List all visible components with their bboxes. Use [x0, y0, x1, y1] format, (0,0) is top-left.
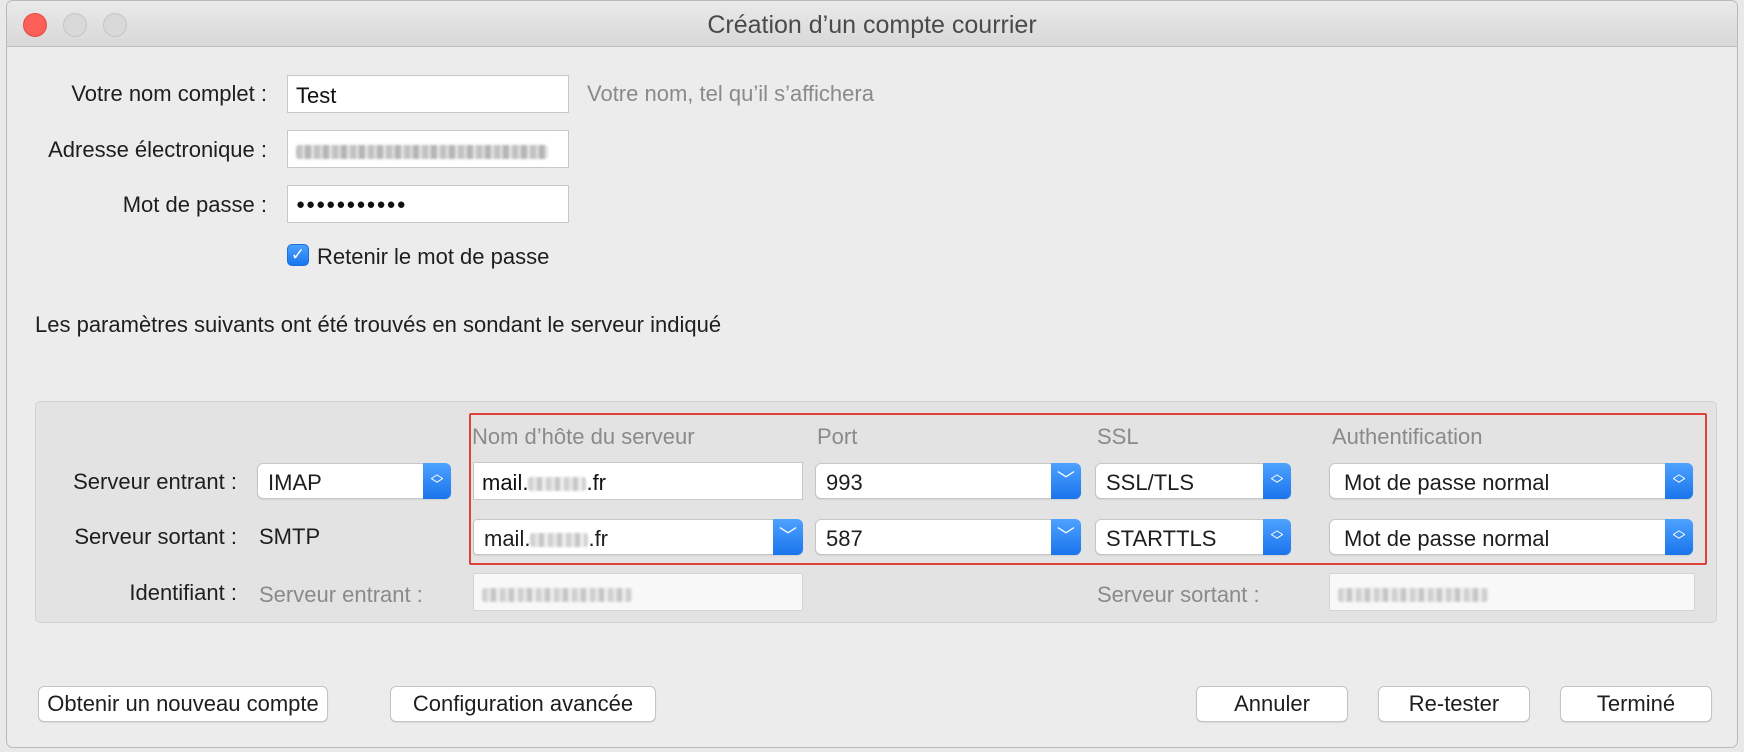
outgoing-auth-value: Mot de passe normal — [1344, 526, 1550, 551]
probe-message: Les paramètres suivants ont été trouvés … — [35, 312, 722, 337]
up-down-arrows-icon: ︿ ﹀ — [1665, 519, 1693, 555]
outgoing-ssl-select[interactable]: STARTTLS ︿ ﹀ — [1095, 519, 1291, 555]
up-down-arrows-icon: ︿ ﹀ — [1263, 519, 1291, 555]
incoming-server-label: Serveur entrant : — [73, 469, 237, 494]
username-outgoing-redacted — [1338, 588, 1488, 603]
outgoing-auth-select[interactable]: Mot de passe normal ︿ ﹀ — [1329, 519, 1693, 555]
incoming-ssl-select[interactable]: SSL/TLS ︿ ﹀ — [1095, 463, 1291, 499]
username-label: Identifiant : — [129, 580, 237, 605]
full-name-value: Test — [296, 83, 337, 108]
incoming-auth-select[interactable]: Mot de passe normal ︿ ﹀ — [1329, 463, 1693, 499]
outgoing-host-prefix: mail. — [484, 526, 531, 551]
incoming-ssl-value: SSL/TLS — [1106, 470, 1195, 495]
username-outgoing-label: Serveur sortant : — [1097, 582, 1260, 607]
chevron-down-icon[interactable]: ﹀ — [773, 519, 803, 555]
outgoing-hostname-combobox[interactable]: mail. .fr ﹀ — [473, 519, 803, 555]
incoming-hostname-input[interactable]: mail. .fr — [473, 462, 803, 500]
email-redacted — [296, 145, 548, 160]
incoming-host-suffix: .fr — [586, 470, 607, 495]
password-label: Mot de passe : — [122, 192, 267, 217]
retest-button[interactable]: Re-tester — [1378, 686, 1530, 722]
window-title: Création d’un compte courrier — [707, 11, 1037, 39]
outgoing-server-label: Serveur sortant : — [74, 524, 237, 549]
outgoing-host-redacted — [530, 533, 589, 548]
remember-password-checkbox[interactable]: ✓ — [287, 244, 309, 266]
password-value: ●●●●●●●●●●● — [296, 196, 407, 213]
incoming-protocol-select[interactable]: IMAP ︿ ﹀ — [257, 463, 451, 499]
remember-password-label[interactable]: Retenir le mot de passe — [317, 244, 549, 270]
done-button[interactable]: Terminé — [1560, 686, 1712, 722]
up-down-arrows-icon: ︿ ﹀ — [1665, 463, 1693, 499]
new-account-button[interactable]: Obtenir un nouveau compte — [38, 686, 328, 722]
cancel-button[interactable]: Annuler — [1196, 686, 1348, 722]
username-incoming-input[interactable] — [473, 573, 803, 611]
outgoing-host-suffix: .fr — [588, 526, 609, 551]
outgoing-protocol: SMTP — [259, 524, 321, 549]
up-down-arrows-icon: ︿ ﹀ — [423, 463, 451, 499]
advanced-config-button[interactable]: Configuration avancée — [390, 686, 656, 722]
username-incoming-redacted — [482, 588, 632, 603]
email-input[interactable] — [287, 130, 569, 168]
chevron-down-icon[interactable]: ﹀ — [1051, 463, 1081, 499]
outgoing-ssl-value: STARTTLS — [1106, 526, 1217, 551]
outgoing-port-value: 587 — [826, 526, 863, 551]
col-header-ssl: SSL — [1097, 424, 1139, 449]
incoming-protocol-value: IMAP — [268, 470, 322, 495]
incoming-port-value: 993 — [826, 470, 863, 495]
incoming-port-combobox[interactable]: 993 ﹀ — [815, 463, 1081, 499]
up-down-arrows-icon: ︿ ﹀ — [1263, 463, 1291, 499]
password-input[interactable]: ●●●●●●●●●●● — [287, 185, 569, 223]
account-setup-window: Création d’un compte courrier Votre nom … — [6, 0, 1738, 748]
col-header-port: Port — [817, 424, 858, 449]
incoming-host-redacted — [528, 477, 587, 492]
incoming-auth-value: Mot de passe normal — [1344, 470, 1550, 495]
email-label: Adresse électronique : — [48, 137, 267, 162]
username-incoming-label: Serveur entrant : — [259, 582, 423, 607]
col-header-hostname: Nom d’hôte du serveur — [472, 424, 695, 449]
full-name-input[interactable]: Test — [287, 75, 569, 113]
username-outgoing-input[interactable] — [1329, 573, 1695, 611]
full-name-label: Votre nom complet : — [71, 81, 267, 106]
outgoing-port-combobox[interactable]: 587 ﹀ — [815, 519, 1081, 555]
col-header-auth: Authentification — [1332, 424, 1483, 449]
title-bar: Création d’un compte courrier — [7, 1, 1737, 47]
incoming-host-prefix: mail. — [482, 470, 529, 495]
full-name-hint: Votre nom, tel qu’il s’affichera — [587, 81, 874, 106]
chevron-down-icon[interactable]: ﹀ — [1051, 519, 1081, 555]
